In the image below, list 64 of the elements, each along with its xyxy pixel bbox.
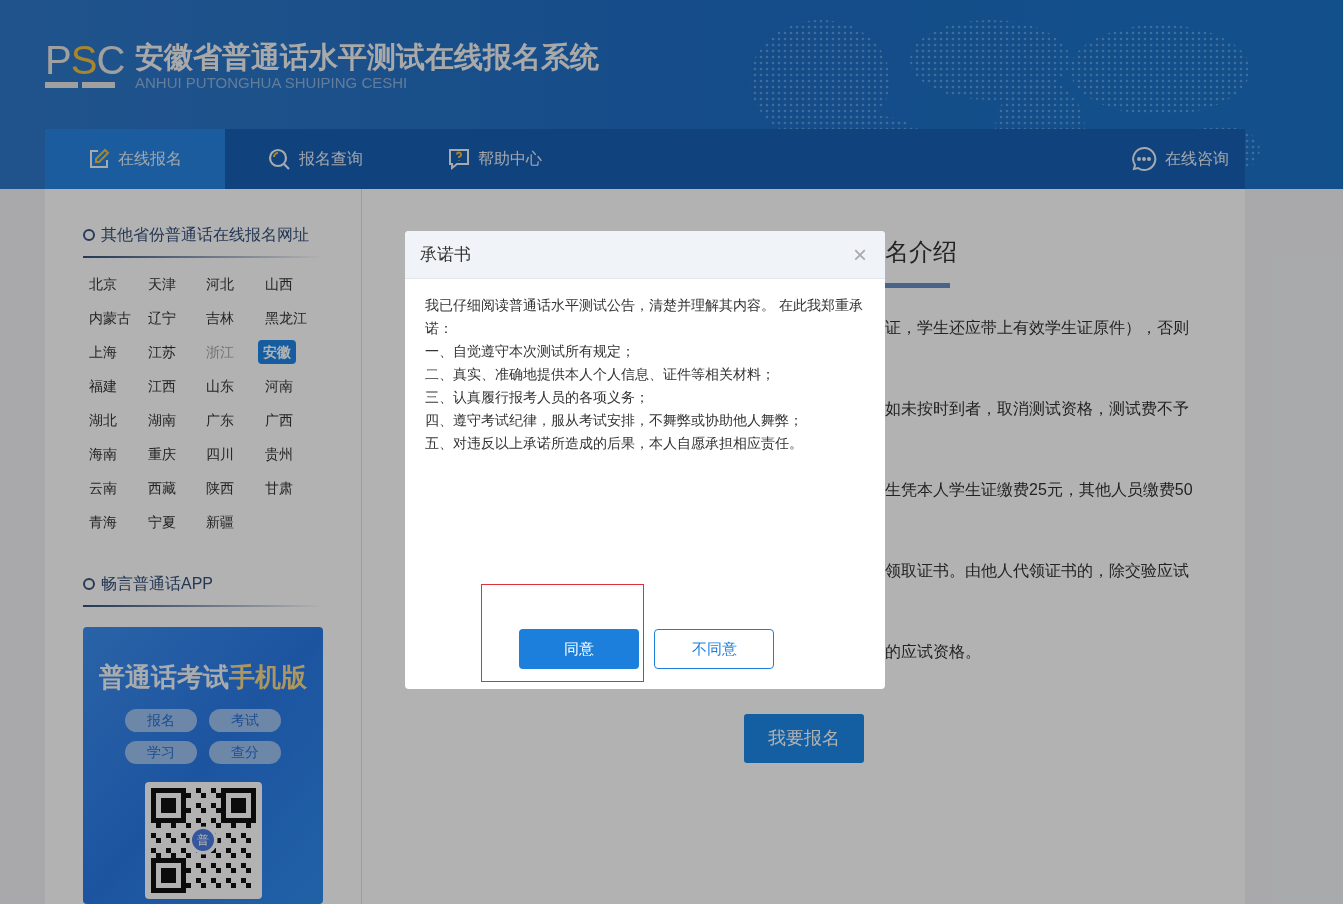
province-link[interactable]: 江苏 — [147, 339, 176, 364]
province-link[interactable]: 内蒙古 — [89, 305, 131, 330]
chat-icon — [1131, 146, 1157, 172]
pledge-text: 四、遵守考试纪律，服从考试安排，不舞弊或协助他人舞弊； — [425, 411, 804, 430]
province-link[interactable]: 湖北 — [89, 407, 117, 432]
province-link[interactable]: 辽宁 — [147, 305, 176, 330]
pledge-text: 我已仔细阅读普通话水平测试公告，清楚并理解其内容。 在此我郑重承诺： — [425, 296, 864, 338]
province-link[interactable]: 云南 — [89, 475, 117, 500]
section-heading: 其他省份普通话在线报名网址 — [101, 225, 309, 245]
province-link[interactable]: 陕西 — [206, 475, 234, 500]
province-link[interactable]: 福建 — [89, 373, 117, 398]
consult-link[interactable]: 在线咨询 — [1131, 129, 1245, 189]
province-link[interactable]: 黑龙江 — [264, 305, 307, 330]
province-link[interactable]: 广西 — [264, 407, 293, 432]
province-link[interactable]: 甘肃 — [264, 475, 293, 500]
logo-letter: P — [45, 40, 71, 80]
intro-text: 的应试资格。 — [885, 642, 982, 662]
nav-tab[interactable]: 帮助中心 — [405, 129, 585, 189]
promo-title: 普通话考试手机版 — [99, 660, 307, 693]
nav-tab[interactable]: 报名查询 — [225, 129, 405, 189]
section-title: 名介绍 — [885, 237, 958, 267]
feature-pill: 报名 — [125, 708, 197, 732]
province-link[interactable]: 海南 — [89, 441, 117, 466]
province-link[interactable]: 重庆 — [147, 441, 176, 466]
logo-letter: S — [70, 40, 97, 80]
province-link[interactable]: 西藏 — [147, 475, 176, 500]
agree-button[interactable]: 同意 — [519, 629, 639, 669]
province-link[interactable]: 新疆 — [206, 509, 234, 534]
logo-letter: C — [96, 40, 125, 80]
site-title: 安徽省普通话水平测试在线报名系统 — [135, 40, 599, 74]
feature-pill: 考试 — [209, 708, 281, 732]
feature-pill: 学习 — [125, 740, 197, 764]
province-link[interactable]: 河北 — [206, 271, 234, 296]
province-link[interactable]: 江西 — [147, 373, 176, 398]
edit-icon — [88, 148, 110, 170]
pledge-text: 三、认真履行报考人员的各项义务； — [425, 388, 650, 407]
search-icon — [267, 147, 291, 171]
province-link[interactable]: 青海 — [89, 509, 117, 534]
pledge-text: 一、自觉遵守本次测试所有规定； — [425, 342, 636, 361]
province-link[interactable]: 河南 — [264, 373, 293, 398]
help-icon — [448, 148, 470, 170]
province-link[interactable]: 北京 — [89, 271, 117, 296]
intro-text: 领取证书。由他人代领证书的，除交验应试 — [885, 561, 1190, 581]
intro-text: 证，学生还应带上有效学生证原件），否则 — [885, 318, 1190, 338]
province-link[interactable]: 广东 — [206, 407, 234, 432]
province-link[interactable]: 上海 — [89, 339, 117, 364]
site-subtitle: ANHUI PUTONGHUA SHUIPING CESHI — [135, 74, 409, 92]
pledge-text: 五、对违反以上承诺所造成的后果，本人自愿承担相应责任。 — [425, 434, 804, 453]
intro-text: 如未按时到者，取消测试资格，测试费不予 — [885, 399, 1190, 419]
dialog-title: 承诺书 — [420, 243, 471, 266]
intro-text: 生凭本人学生证缴费25元，其他人员缴费50 — [885, 480, 1194, 500]
province-link[interactable]: 山东 — [206, 373, 234, 398]
province-link[interactable]: 湖南 — [147, 407, 176, 432]
province-link[interactable]: 天津 — [147, 271, 176, 296]
pledge-text: 二、真实、准确地提供本人个人信息、证件等相关材料； — [425, 365, 776, 384]
section-heading: 畅言普通话APP — [101, 573, 213, 594]
province-link[interactable]: 四川 — [206, 441, 234, 466]
book-icon — [45, 80, 115, 89]
disagree-button[interactable]: 不同意 — [654, 629, 774, 669]
province-link[interactable]: 宁夏 — [147, 509, 176, 534]
feature-pill: 查分 — [209, 740, 281, 764]
province-link[interactable]: 吉林 — [206, 305, 234, 330]
province-link[interactable]: 贵州 — [264, 441, 293, 466]
province-link[interactable]: 山西 — [264, 271, 293, 296]
